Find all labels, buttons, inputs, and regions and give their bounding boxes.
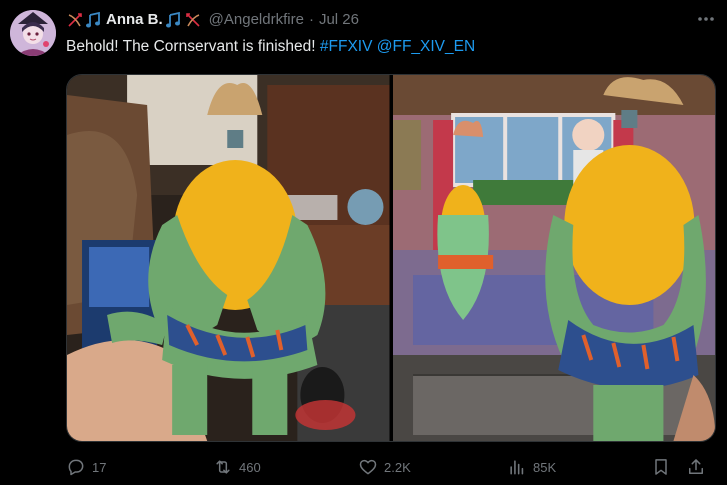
tweet-body-text: Behold! The Cornservant is finished! <box>66 38 320 55</box>
like-count: 2.2K <box>384 459 411 475</box>
bow-and-arrow-emoji-icon <box>184 11 202 29</box>
author-display-name: Anna B. <box>106 11 163 28</box>
music-notes-emoji-icon <box>165 11 183 29</box>
repost-icon <box>216 460 230 474</box>
share-button[interactable] <box>686 457 706 477</box>
reply-icon <box>68 459 84 476</box>
bookmark-button[interactable] <box>651 457 671 477</box>
photo-1[interactable] <box>67 75 390 441</box>
heart-icon <box>359 459 377 475</box>
mention-link[interactable]: @FF_XIV_EN <box>377 38 475 55</box>
views-count: 85K <box>533 459 557 475</box>
separator-dot: · <box>308 11 314 28</box>
avatar-image <box>10 10 56 56</box>
more-dots-icon <box>698 17 714 21</box>
tweet-date[interactable]: Jul 26 <box>319 10 359 30</box>
tweet-header: Anna B. @Angeldrkfire · Jul 26 <box>66 10 717 30</box>
tweet-actions: 17 460 2.2K 85K <box>66 455 717 479</box>
reply-count: 17 <box>92 459 107 475</box>
avatar[interactable] <box>10 10 56 56</box>
bow-and-arrow-emoji-icon <box>66 11 84 29</box>
author-handle[interactable]: @Angeldrkfire <box>209 10 304 30</box>
hashtag-link[interactable]: #FFXIV <box>320 38 373 55</box>
media-gallery <box>66 74 716 442</box>
repost-button[interactable]: 460 <box>213 457 261 477</box>
bookmark-icon <box>655 459 667 475</box>
like-button[interactable]: 2.2K <box>358 457 411 477</box>
crochet-corn-plush-photo <box>67 75 390 441</box>
music-notes-emoji-icon <box>85 11 103 29</box>
reply-button[interactable]: 17 <box>66 457 106 477</box>
views-chart-icon <box>510 460 524 475</box>
tweet-text: Behold! The Cornservant is finished! #FF… <box>66 36 707 58</box>
author-name-link[interactable]: Anna B. <box>66 10 203 30</box>
crochet-corn-plush-with-game-screen-photo <box>392 75 715 441</box>
more-options-button[interactable] <box>693 8 719 30</box>
share-icon <box>689 459 703 474</box>
views-button[interactable]: 85K <box>507 457 556 477</box>
photo-2[interactable] <box>392 75 715 441</box>
repost-count: 460 <box>239 459 261 475</box>
